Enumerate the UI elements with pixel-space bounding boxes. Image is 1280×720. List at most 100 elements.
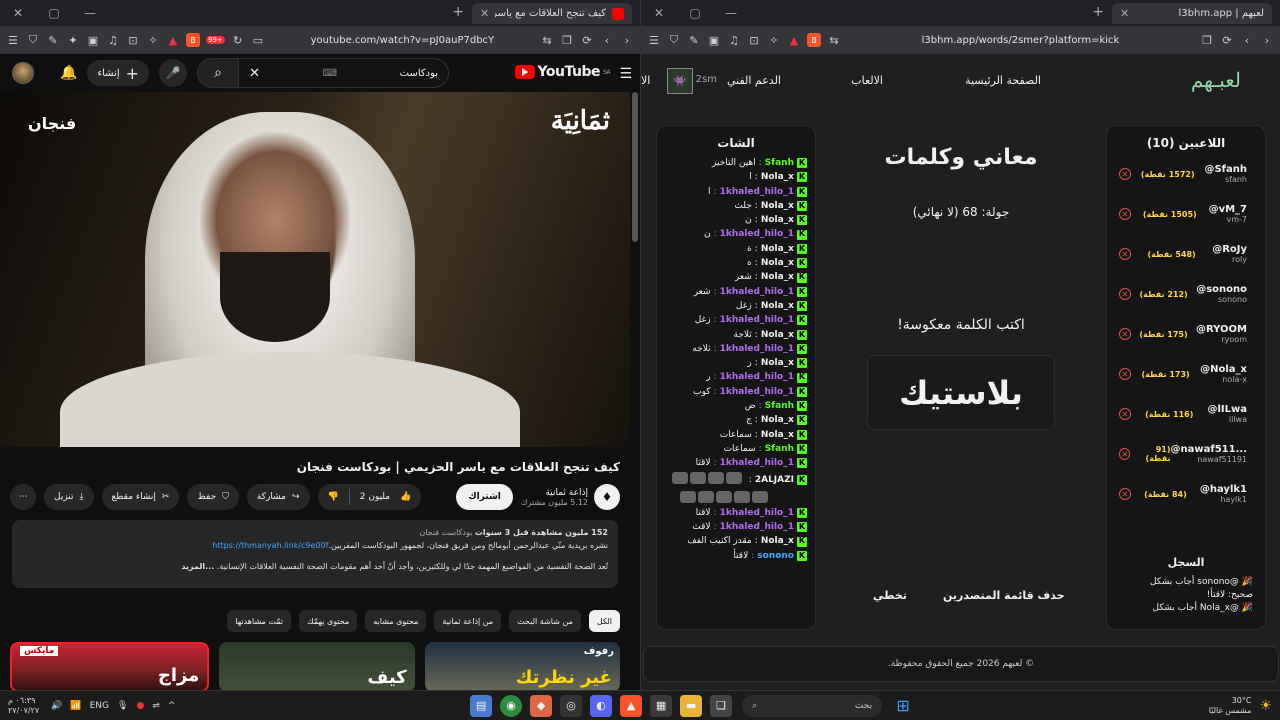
channel-name[interactable]: إذاعة ثمانية xyxy=(521,488,588,498)
related-video-thumbnail[interactable]: رفوف غير نظرتك xyxy=(424,642,620,690)
chat-username[interactable]: Nola_x xyxy=(761,213,794,227)
bookmark-icon[interactable]: ❐ xyxy=(560,33,574,47)
chat-username[interactable]: Nola_x xyxy=(761,256,794,270)
extensions-icon[interactable]: ✧ xyxy=(146,33,160,47)
task-view-icon[interactable]: ❏ xyxy=(710,694,733,717)
chat-username[interactable]: 1khaled_hilo_1 xyxy=(720,506,794,520)
filter-chip[interactable]: تمّت مشاهدتها xyxy=(227,610,292,632)
chat-username[interactable]: Nola_x xyxy=(761,270,794,284)
chat-username[interactable]: 1khaled_hilo_1 xyxy=(720,385,794,399)
skip-button[interactable]: تخطي xyxy=(873,589,907,602)
browser-tab-l3bhm[interactable]: لعبهم | l3bhm.app ✕ xyxy=(1112,3,1272,24)
screenshot-icon[interactable]: ⊡ xyxy=(126,33,140,47)
brave-shield-icon[interactable]: B xyxy=(807,33,821,47)
maximize-window-icon[interactable]: ▢ xyxy=(677,0,713,26)
chevron-up-icon[interactable]: ^ xyxy=(168,701,176,711)
pin-icon[interactable]: ✎ xyxy=(46,33,60,47)
description-link[interactable]: https://thmanyah.link/c9e00f xyxy=(212,541,328,550)
chat-username[interactable]: Nola_x xyxy=(761,242,794,256)
more-actions-button[interactable]: ⋯ xyxy=(10,484,36,510)
remove-player-icon[interactable]: ✕ xyxy=(1119,448,1131,460)
clip-button[interactable]: إنشاء مقطع ✂ xyxy=(101,484,180,510)
file-explorer-icon[interactable]: ▬ xyxy=(680,694,703,717)
shield-icon[interactable]: ⛉ xyxy=(26,33,40,47)
obs-icon[interactable]: ◎ xyxy=(560,694,583,717)
maximize-window-icon[interactable]: ▢ xyxy=(36,0,72,26)
nav-games[interactable]: الالعاب xyxy=(851,74,883,87)
remove-player-icon[interactable]: ✕ xyxy=(1119,328,1131,340)
music-icon[interactable]: ♫ xyxy=(727,33,741,47)
share-url-icon[interactable]: ⇆ xyxy=(827,33,841,47)
chat-username[interactable]: Nola_x xyxy=(761,299,794,313)
remove-player-icon[interactable]: ✕ xyxy=(1119,408,1132,420)
filter-chip[interactable]: محتوى مشابه xyxy=(365,610,427,632)
guide-menu-icon[interactable]: ☰ xyxy=(619,66,632,82)
video-player[interactable]: ثمَانِيَة فنجان xyxy=(0,92,630,447)
bookmark-icon[interactable]: ❐ xyxy=(1200,33,1214,47)
browser-tab-youtube[interactable]: كيف تنجح العلاقات مع ياسر الحز ✕ xyxy=(472,3,632,24)
channel-avatar[interactable]: ♦ xyxy=(594,484,620,510)
chrome-icon[interactable]: ◉ xyxy=(500,694,523,717)
chat-username[interactable]: Nola_x xyxy=(761,413,794,427)
back-icon[interactable]: ‹ xyxy=(1240,33,1254,47)
chat-username[interactable]: Nola_x xyxy=(761,199,794,213)
reader-icon[interactable]: ▭ xyxy=(251,33,265,47)
close-window-icon[interactable]: ✕ xyxy=(641,0,677,26)
screenshot-icon[interactable]: ⊡ xyxy=(747,33,761,47)
minimize-window-icon[interactable]: — xyxy=(713,0,749,26)
extensions-icon[interactable]: ✧ xyxy=(767,33,781,47)
related-video-thumbnail[interactable]: كيف xyxy=(219,642,415,690)
shield-icon[interactable]: ⛉ xyxy=(667,33,681,47)
scrollbar[interactable] xyxy=(632,92,638,242)
remove-player-icon[interactable]: ✕ xyxy=(1119,288,1131,300)
search-input[interactable]: بودكاست ⌨ ✕ xyxy=(239,58,450,88)
search-button[interactable]: ⌕ xyxy=(197,58,240,88)
chat-username[interactable]: 1khaled_hilo_1 xyxy=(720,185,794,199)
nav-home[interactable]: الصفحة الرئيسية xyxy=(965,74,1041,87)
chat-username[interactable]: sonono xyxy=(757,549,794,563)
chat-username[interactable]: Sfanh xyxy=(765,442,794,456)
nav-username[interactable]: 2sm xyxy=(696,74,717,85)
remove-player-icon[interactable]: ✕ xyxy=(1119,248,1131,260)
system-clock[interactable]: ٠٦:٣٩ م ٢٧/٠٧/٢٧ xyxy=(8,696,39,716)
forward-icon[interactable]: › xyxy=(620,33,634,47)
brave-shield-icon[interactable]: B xyxy=(186,33,200,47)
chat-username[interactable]: Sfanh xyxy=(765,399,794,413)
url-field[interactable]: youtube.com/watch?v=pJ0auP7dbcY xyxy=(271,30,534,50)
menu-icon[interactable]: ☰ xyxy=(647,33,661,47)
mic-icon[interactable]: 🎙 xyxy=(117,701,128,711)
user-avatar[interactable]: 👾 xyxy=(667,68,693,94)
chat-username[interactable]: Nola_x xyxy=(761,170,794,184)
sidebar-icon[interactable]: ▣ xyxy=(707,33,721,47)
refresh-icon[interactable]: ⟳ xyxy=(1220,33,1234,47)
new-tab-icon[interactable]: + xyxy=(1092,4,1104,20)
filter-chip[interactable]: محتوى يهمّك xyxy=(299,610,358,632)
weather-widget[interactable]: 30°C مشمس غالبًا ☀ xyxy=(1209,696,1272,716)
chat-username[interactable]: Nola_x xyxy=(761,428,794,442)
forward-icon[interactable]: › xyxy=(1260,33,1274,47)
clear-leaderboard-button[interactable]: حذف قائمة المتصدرين xyxy=(943,589,1065,602)
filter-chip[interactable]: من شاشة البحث xyxy=(509,610,581,632)
related-video-thumbnail[interactable]: مايكس مزاج xyxy=(10,642,210,690)
puzzle-icon[interactable]: ✦ xyxy=(66,33,80,47)
music-icon[interactable]: ♫ xyxy=(106,33,120,47)
chat-username[interactable]: Sfanh xyxy=(765,156,794,170)
reload-page-icon[interactable]: ↻ xyxy=(231,33,245,47)
rewards-icon[interactable]: ▲ xyxy=(166,33,180,47)
video-description[interactable]: 152 مليون مشاهدة قبل 3 سنوات بودكاست فنج… xyxy=(12,520,618,588)
menu-icon[interactable]: ☰ xyxy=(6,33,20,47)
url-field[interactable]: l3bhm.app/words/2smer?platform=kick xyxy=(847,30,1194,50)
bell-icon[interactable]: 🔔 xyxy=(60,65,77,81)
sidebar-icon[interactable]: ▣ xyxy=(86,33,100,47)
new-tab-icon[interactable]: + xyxy=(452,4,464,20)
chat-username[interactable]: 1khaled_hilo_1 xyxy=(720,342,794,356)
notepad-icon[interactable]: ▤ xyxy=(470,694,493,717)
remove-player-icon[interactable]: ✕ xyxy=(1119,368,1131,380)
show-more-link[interactable]: ...المزيد xyxy=(181,562,214,571)
avatar[interactable] xyxy=(12,62,34,84)
create-button[interactable]: إنشاء + xyxy=(87,60,150,86)
close-window-icon[interactable]: ✕ xyxy=(0,0,36,26)
like-icon[interactable]: 👍 xyxy=(400,492,411,502)
voice-search-button[interactable]: 🎤 xyxy=(159,59,188,87)
dislike-icon[interactable]: 👎 xyxy=(328,492,339,502)
